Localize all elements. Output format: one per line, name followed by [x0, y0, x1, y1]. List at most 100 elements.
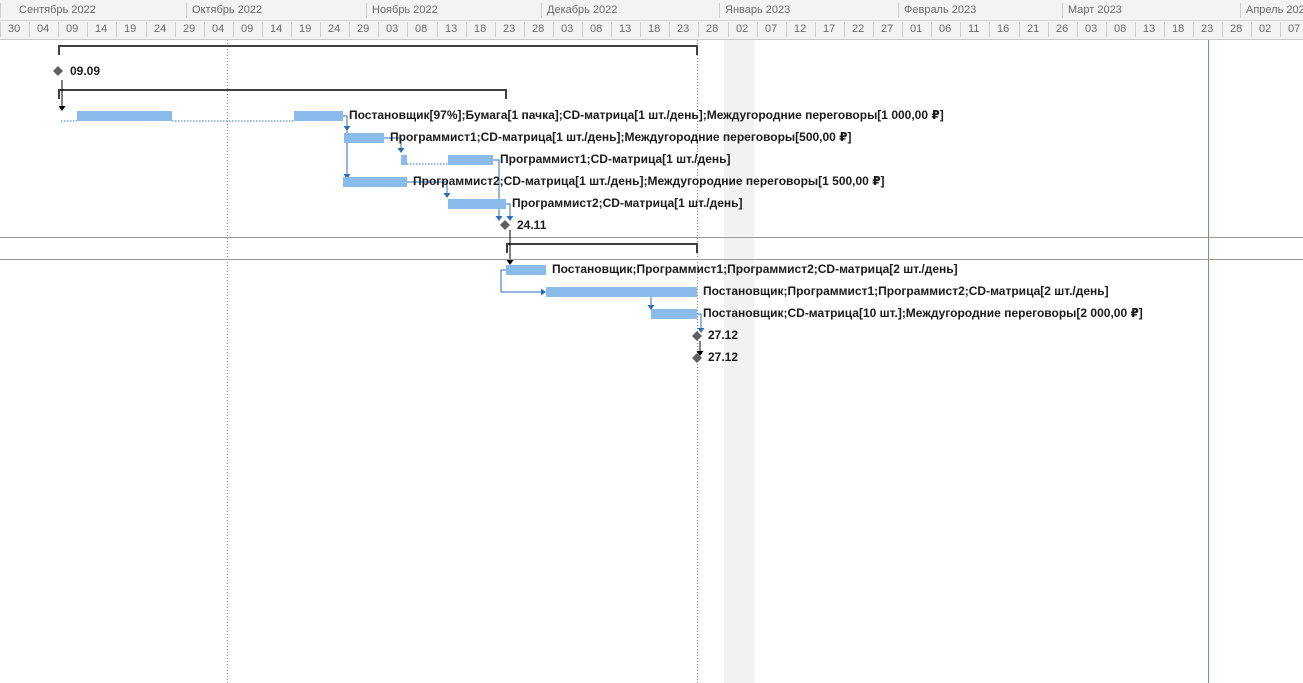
timescale-month-divider — [366, 3, 367, 18]
timescale-day-divider — [1164, 22, 1165, 37]
timescale-day-label: 01 — [910, 23, 923, 35]
timescale-day-label: 07 — [1288, 23, 1301, 35]
link-arrow-task7 — [541, 288, 546, 296]
timescale-day-label: 18 — [474, 23, 487, 35]
task-bar-8 — [651, 309, 697, 319]
timescale-day-label: 28 — [532, 23, 545, 35]
timescale-month-divider — [898, 3, 899, 18]
timescale-day-divider — [378, 22, 379, 37]
timescale-month-divider — [1240, 3, 1241, 18]
timescale-day-divider — [29, 22, 30, 37]
timescale-day-divider — [960, 22, 961, 37]
timescale-day-divider — [1077, 22, 1078, 37]
timescale-day-divider — [466, 22, 467, 37]
milestone-phase1-end — [500, 220, 510, 230]
timescale-month-divider — [186, 3, 187, 18]
timescale-day-label: 28 — [706, 23, 719, 35]
timescale-days-tier: 30 04 09 14 19 24 29 04 09 14 19 24 29 03 08 13 18 23 28 03… — [0, 20, 1303, 39]
timescale-day-divider — [146, 22, 147, 37]
timescale-day-divider — [1135, 22, 1136, 37]
timescale-month-label: Апрель 2023 — [1246, 4, 1303, 16]
timescale-day-divider — [233, 22, 234, 37]
timescale-day-divider — [1019, 22, 1020, 37]
timescale-day-label: 06 — [939, 23, 952, 35]
task-bar-4 — [343, 177, 407, 187]
timescale-day-label: 23 — [1201, 23, 1214, 35]
gantt-chart-area[interactable]: 09.09 24.11 27.12 27.12 Постановщик[97%]… — [0, 40, 1303, 683]
gantt-timescale[interactable]: Сентябрь 2022 Октябрь 2022 Ноябрь 2022 Дека… — [0, 0, 1303, 40]
timescale-day-label: 18 — [648, 23, 661, 35]
task-resource-label-4: Программист2;CD-матрица[1 шт./день];Межд… — [413, 174, 885, 188]
timescale-day-label: 29 — [357, 23, 370, 35]
timescale-day-label: 09 — [66, 23, 79, 35]
timescale-day-divider — [437, 22, 438, 37]
task-bar-1b — [294, 111, 343, 121]
timescale-day-label: 03 — [386, 23, 399, 35]
timescale-month-label: Октябрь 2022 — [192, 4, 263, 16]
timescale-day-label: 29 — [183, 23, 196, 35]
timescale-day-divider — [728, 22, 729, 37]
link-task5-milestone — [506, 203, 511, 216]
timescale-month-divider — [541, 3, 542, 18]
timescale-day-label: 13 — [1143, 23, 1156, 35]
timescale-day-label: 07 — [765, 23, 778, 35]
link-task1-task2 — [343, 115, 348, 127]
timescale-month-label: Февраль 2023 — [904, 4, 977, 16]
timescale-day-label: 26 — [1056, 23, 1069, 35]
milestone-label-phase1-end: 24.11 — [517, 218, 547, 232]
timescale-day-label: 27 — [881, 23, 894, 35]
timescale-month-label: Декабрь 2022 — [547, 4, 618, 16]
timescale-day-divider — [786, 22, 787, 37]
timescale-month-label: Ноябрь 2022 — [372, 4, 438, 16]
task-bar-3a — [401, 155, 407, 165]
timescale-day-divider — [204, 22, 205, 37]
timescale-day-label: 24 — [154, 23, 167, 35]
timescale-day-divider — [640, 22, 641, 37]
timescale-day-divider — [989, 22, 990, 37]
timescale-day-label: 23 — [677, 23, 690, 35]
timescale-day-label: 14 — [95, 23, 108, 35]
timescale-day-divider — [1251, 22, 1252, 37]
link-arrow-task5-milestone — [506, 216, 514, 221]
timescale-day-divider — [0, 22, 1, 37]
task-resource-label-6: Постановщик;Программист1;Программист2;CD… — [552, 262, 958, 276]
link-arrow-task3-milestone — [495, 216, 503, 221]
timescale-day-divider — [262, 22, 263, 37]
task-bar-3b — [448, 155, 493, 165]
link-arrow-task8-milestone — [697, 328, 705, 333]
timescale-month-divider — [1062, 3, 1063, 18]
timescale-day-divider — [116, 22, 117, 37]
timescale-day-label: 04 — [37, 23, 50, 35]
task-bar-2 — [344, 133, 384, 143]
summary-bar-phase-1 — [58, 89, 507, 99]
timescale-day-label: 11 — [968, 23, 980, 35]
timescale-day-divider — [1048, 22, 1049, 37]
timescale-day-divider — [407, 22, 408, 37]
timescale-day-label: 04 — [212, 23, 225, 35]
timescale-day-divider — [1106, 22, 1107, 37]
timescale-day-label: 03 — [1085, 23, 1098, 35]
task-resource-label-7: Постановщик;Программист1;Программист2;CD… — [703, 284, 1109, 298]
timescale-day-divider — [582, 22, 583, 37]
timescale-month-divider — [719, 3, 720, 18]
timescale-day-label: 08 — [1114, 23, 1127, 35]
task-bar-5 — [448, 199, 506, 209]
timescale-day-label: 14 — [270, 23, 283, 35]
timescale-month-divider — [0, 3, 1, 18]
link-arrow-task5 — [443, 193, 451, 198]
task-resource-label-5: Программист2;CD-матрица[1 шт./день] — [512, 196, 743, 210]
timescale-day-divider — [87, 22, 88, 37]
timescale-day-divider — [320, 22, 321, 37]
timescale-month-label: Январь 2023 — [725, 4, 791, 16]
timescale-day-label: 09 — [241, 23, 254, 35]
timescale-day-label: 02 — [1259, 23, 1272, 35]
timescale-day-label: 13 — [619, 23, 632, 35]
timescale-month-label: Сентябрь 2022 — [19, 4, 96, 16]
timescale-day-label: 19 — [124, 23, 137, 35]
timescale-day-label: 12 — [794, 23, 807, 35]
task-bar-6 — [506, 265, 546, 275]
timescale-day-label: 02 — [736, 23, 749, 35]
timescale-month-label: Март 2023 — [1068, 4, 1122, 16]
link-arrow-start — [58, 106, 66, 111]
milestone-phase2-end — [692, 331, 702, 341]
